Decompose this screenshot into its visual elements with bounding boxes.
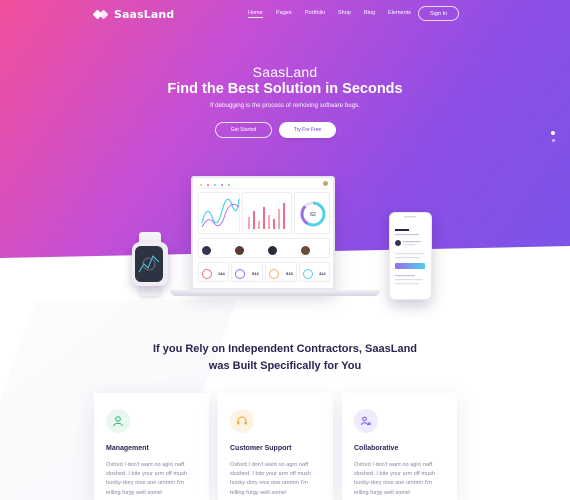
feature-description: Oxford I don't want no agro naff sloshed… <box>230 462 312 496</box>
stat-value: 412 <box>319 271 326 276</box>
feature-description: Oxford I don't want no agro naff sloshed… <box>354 462 436 496</box>
watch-chart-graphic <box>138 255 160 273</box>
donut-value: 62 <box>310 212 316 218</box>
team-members-card <box>198 238 330 258</box>
collaborate-icon <box>354 409 378 433</box>
donut-chart-card: 62 <box>294 192 330 234</box>
nav-item-pages[interactable]: Pages <box>276 10 292 16</box>
stat-ring <box>235 269 245 279</box>
stat-value: 134 <box>218 271 225 276</box>
feature-title: Customer Support <box>230 445 292 452</box>
nav-item-home[interactable]: Home <box>248 10 263 18</box>
laptop-mockup: 62 134 513 515 412 <box>191 176 335 290</box>
member-avatar <box>235 246 244 255</box>
donut-chart-graphic: 62 <box>300 201 326 227</box>
section-title-line1: If you Rely on Independent Contractors, … <box>152 343 418 355</box>
user-avatar <box>323 181 328 186</box>
phone-mockup <box>389 212 432 300</box>
smartwatch-mockup <box>132 232 168 296</box>
nav-item-shop[interactable]: Shop <box>338 10 351 16</box>
member-avatar <box>301 246 310 255</box>
sign-in-button[interactable]: Sign In <box>418 6 459 21</box>
bar-chart-card <box>242 192 292 234</box>
slider-dot-active[interactable] <box>551 131 555 135</box>
stat-ring <box>269 269 279 279</box>
stat-ring <box>202 269 212 279</box>
section-title-line2: was Built Specifically for You <box>208 360 362 372</box>
stat-ring <box>303 269 313 279</box>
get-started-button[interactable]: Get Started <box>215 122 272 138</box>
line-chart-card <box>198 192 240 234</box>
member-avatar <box>268 246 277 255</box>
phone-screen-graphic <box>395 216 425 285</box>
watch-body <box>132 242 168 286</box>
nav-item-portfolio[interactable]: Portfolio <box>305 10 325 16</box>
line-chart-graphic <box>201 198 240 228</box>
headset-icon <box>230 409 254 433</box>
hero-title: Find the Best Solution in Seconds <box>167 81 403 97</box>
stat-card: 515 <box>265 262 297 282</box>
feature-description: Oxford I don't want no agro naff sloshed… <box>106 462 188 496</box>
feature-card-customer-support: Customer Support Oxford I don't want no … <box>218 393 333 500</box>
feature-title: Collaborative <box>354 445 399 452</box>
stat-value: 515 <box>286 271 293 276</box>
bar-chart-graphic <box>248 203 285 229</box>
hero-kicker: SaasLand <box>252 64 318 80</box>
laptop-base <box>170 290 380 296</box>
logo-icon <box>92 9 110 21</box>
member-avatar <box>202 246 211 255</box>
nav-item-elements[interactable]: Elements <box>388 10 411 16</box>
stat-card: 412 <box>299 262 330 282</box>
stat-card: 513 <box>231 262 263 282</box>
watch-screen <box>135 246 163 282</box>
user-icon <box>106 409 130 433</box>
try-for-free-button[interactable]: Try For Free <box>279 122 336 138</box>
stat-value: 513 <box>252 271 259 276</box>
feature-title: Management <box>106 445 149 452</box>
stat-card: 134 <box>198 262 229 282</box>
nav-item-blog[interactable]: Blog <box>364 10 375 16</box>
dashboard-topbar <box>197 181 329 189</box>
section-title: If you Rely on Independent Contractors, … <box>0 341 570 375</box>
feature-card-collaborative: Collaborative Oxford I don't want no agr… <box>342 393 457 500</box>
hero-subtitle: If debugging is the process of removing … <box>210 102 360 109</box>
slider-dot[interactable] <box>551 139 555 142</box>
feature-card-management: Management Oxford I don't want no agro n… <box>94 393 209 500</box>
brand-logo[interactable]: SaasLand <box>92 8 175 21</box>
brand-name: SaasLand <box>114 8 175 21</box>
